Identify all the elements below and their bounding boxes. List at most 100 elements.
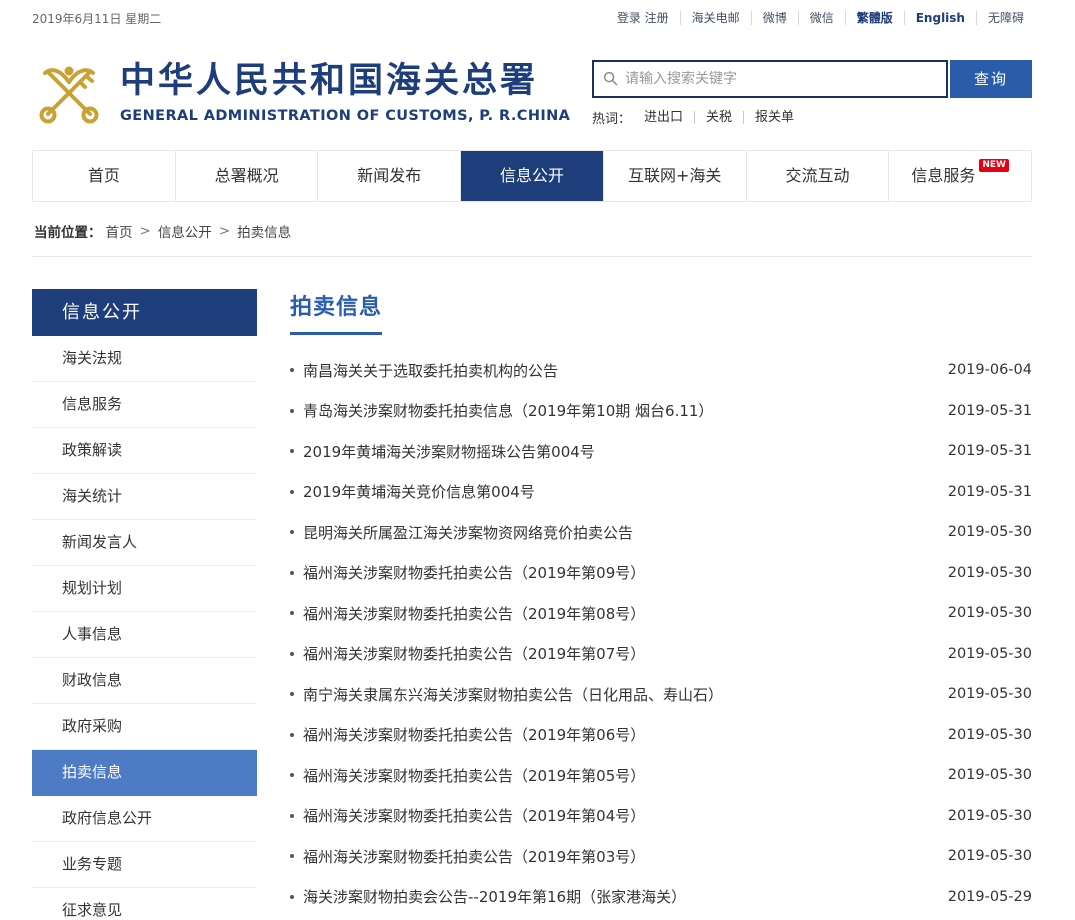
hotword-link[interactable]: 进出口 xyxy=(633,111,694,124)
breadcrumb-separator: > xyxy=(140,223,151,239)
nav-item[interactable]: 信息服务NEW xyxy=(888,151,1031,201)
list-item-title: 昆明海关所属盈江海关涉案物资网络竞价拍卖公告 xyxy=(303,522,633,543)
bullet-dot-icon xyxy=(290,692,294,696)
topbar-link[interactable]: 微信 xyxy=(798,11,845,25)
list-item-link[interactable]: 昆明海关所属盈江海关涉案物资网络竞价拍卖公告 xyxy=(290,522,633,543)
main-nav: 首页 总署概况 新闻发布 信息公开 互联网+海关 交流互动 信息服务NEW xyxy=(32,150,1032,202)
breadcrumb-link[interactable]: 拍卖信息 xyxy=(237,221,291,241)
list-item-link[interactable]: 福州海关涉案财物委托拍卖公告（2019年第07号） xyxy=(290,643,645,664)
bullet-dot-icon xyxy=(290,409,294,413)
nav-item-label: 新闻发布 xyxy=(357,166,421,185)
list-item: 青岛海关涉案财物委托拍卖信息（2019年第10期 烟台6.11） 2019-05… xyxy=(290,391,1032,432)
sidebar-item[interactable]: 拍卖信息 xyxy=(32,750,257,796)
topbar-link[interactable]: 微博 xyxy=(751,11,798,25)
list-item-link[interactable]: 南昌海关关于选取委托拍卖机构的公告 xyxy=(290,360,558,381)
topbar-link[interactable]: 无障碍 xyxy=(976,11,1035,25)
hotword-link[interactable]: 关税 xyxy=(694,111,743,124)
bullet-dot-icon xyxy=(290,895,294,899)
sidebar-item[interactable]: 规划计划 xyxy=(32,566,257,612)
list-item: 南昌海关关于选取委托拍卖机构的公告 2019-06-04 xyxy=(290,350,1032,391)
bullet-dot-icon xyxy=(290,652,294,656)
bullet-dot-icon xyxy=(290,530,294,534)
list-item-date: 2019-05-31 xyxy=(948,484,1032,500)
list-item: 2019年黄埔海关竞价信息第004号 2019-05-31 xyxy=(290,472,1032,513)
list-item: 南宁海关隶属东兴海关涉案财物拍卖公告（日化用品、寿山石） 2019-05-30 xyxy=(290,674,1032,715)
sidebar-item[interactable]: 征求意见 xyxy=(32,888,257,920)
sidebar-item[interactable]: 政策解读 xyxy=(32,428,257,474)
list-item-date: 2019-05-30 xyxy=(948,727,1032,743)
list-item-title: 福州海关涉案财物委托拍卖公告（2019年第09号） xyxy=(303,562,645,583)
nav-item[interactable]: 交流互动 xyxy=(746,151,889,201)
list-item-date: 2019-05-29 xyxy=(948,889,1032,905)
breadcrumb-path: 首页 > 信息公开 > 拍卖信息 xyxy=(106,221,292,241)
customs-emblem-icon xyxy=(32,60,106,126)
sidebar-item[interactable]: 人事信息 xyxy=(32,612,257,658)
sidebar-item[interactable]: 政府采购 xyxy=(32,704,257,750)
hotwords-row: 热词： 进出口关税报关单 xyxy=(592,108,1032,127)
search-button[interactable]: 查询 xyxy=(950,60,1032,98)
bullet-dot-icon xyxy=(290,814,294,818)
breadcrumb-link[interactable]: 信息公开 xyxy=(158,221,212,241)
list-item-title: 2019年黄埔海关涉案财物摇珠公告第004号 xyxy=(303,441,595,462)
search-area: 查询 热词： 进出口关税报关单 xyxy=(592,60,1032,127)
list-item: 福州海关涉案财物委托拍卖公告（2019年第08号） 2019-05-30 xyxy=(290,593,1032,634)
site-brand[interactable]: 中华人民共和国海关总署 GENERAL ADMINISTRATION OF CU… xyxy=(32,60,570,126)
list-item-title: 福州海关涉案财物委托拍卖公告（2019年第06号） xyxy=(303,724,645,745)
sidebar-title: 信息公开 xyxy=(32,289,257,336)
list-item: 福州海关涉案财物委托拍卖公告（2019年第07号） 2019-05-30 xyxy=(290,634,1032,675)
topbar-link[interactable]: English xyxy=(904,11,976,25)
nav-item[interactable]: 总署概况 xyxy=(175,151,318,201)
list-item-date: 2019-05-30 xyxy=(948,686,1032,702)
list-item: 福州海关涉案财物委托拍卖公告（2019年第06号） 2019-05-30 xyxy=(290,715,1032,756)
topbar-link[interactable]: 海关电邮 xyxy=(680,11,751,25)
bullet-dot-icon xyxy=(290,733,294,737)
hotword-link[interactable]: 报关单 xyxy=(743,111,805,124)
sidebar-item[interactable]: 新闻发言人 xyxy=(32,520,257,566)
sidebar-item[interactable]: 政府信息公开 xyxy=(32,796,257,842)
list-item-link[interactable]: 福州海关涉案财物委托拍卖公告（2019年第05号） xyxy=(290,765,645,786)
list-item: 福州海关涉案财物委托拍卖公告（2019年第04号） 2019-05-30 xyxy=(290,796,1032,837)
sidebar-item[interactable]: 海关统计 xyxy=(32,474,257,520)
topbar-link[interactable]: 繁體版 xyxy=(845,11,904,25)
nav-item[interactable]: 信息公开 xyxy=(460,151,603,201)
sidebar-item[interactable]: 海关法规 xyxy=(32,336,257,382)
list-item-link[interactable]: 福州海关涉案财物委托拍卖公告（2019年第04号） xyxy=(290,805,645,826)
nav-item-label: 首页 xyxy=(88,166,120,185)
list-item-link[interactable]: 南宁海关隶属东兴海关涉案财物拍卖公告（日化用品、寿山石） xyxy=(290,684,723,705)
sidebar-item[interactable]: 信息服务 xyxy=(32,382,257,428)
sidebar-item[interactable]: 财政信息 xyxy=(32,658,257,704)
breadcrumb-link[interactable]: 首页 xyxy=(106,221,133,241)
list-item-date: 2019-05-30 xyxy=(948,848,1032,864)
list-item-date: 2019-05-30 xyxy=(948,808,1032,824)
bullet-dot-icon xyxy=(290,773,294,777)
bullet-dot-icon xyxy=(290,854,294,858)
list-item-link[interactable]: 2019年黄埔海关竞价信息第004号 xyxy=(290,481,535,502)
list-item-link[interactable]: 青岛海关涉案财物委托拍卖信息（2019年第10期 烟台6.11） xyxy=(290,400,713,421)
nav-item-label: 互联网+海关 xyxy=(628,166,721,185)
sidebar-item[interactable]: 业务专题 xyxy=(32,842,257,888)
list-item-link[interactable]: 福州海关涉案财物委托拍卖公告（2019年第06号） xyxy=(290,724,645,745)
breadcrumb-separator: > xyxy=(219,223,230,239)
search-input[interactable] xyxy=(625,71,937,87)
list-item-link[interactable]: 福州海关涉案财物委托拍卖公告（2019年第03号） xyxy=(290,846,645,867)
list-item: 福州海关涉案财物委托拍卖公告（2019年第09号） 2019-05-30 xyxy=(290,553,1032,594)
list-item-link[interactable]: 福州海关涉案财物委托拍卖公告（2019年第08号） xyxy=(290,603,645,624)
topbar-link[interactable]: 登录 注册 xyxy=(606,11,680,25)
breadcrumb: 当前位置： 首页 > 信息公开 > 拍卖信息 xyxy=(32,202,1032,257)
top-utility-bar: 2019年6月11日 星期二 登录 注册海关电邮微博微信繁體版English无障… xyxy=(0,0,1075,36)
nav-item[interactable]: 首页 xyxy=(33,151,175,201)
brand-text: 中华人民共和国海关总署 GENERAL ADMINISTRATION OF CU… xyxy=(120,62,570,124)
main-panel: 拍卖信息 南昌海关关于选取委托拍卖机构的公告 2019-06-04 青岛海关涉案… xyxy=(290,289,1032,917)
bullet-dot-icon xyxy=(290,490,294,494)
list-item-link[interactable]: 福州海关涉案财物委托拍卖公告（2019年第09号） xyxy=(290,562,645,583)
nav-item[interactable]: 互联网+海关 xyxy=(603,151,746,201)
page-title: 拍卖信息 xyxy=(290,289,382,335)
list-item: 福州海关涉案财物委托拍卖公告（2019年第05号） 2019-05-30 xyxy=(290,755,1032,796)
nav-item[interactable]: 新闻发布 xyxy=(317,151,460,201)
list-item-title: 福州海关涉案财物委托拍卖公告（2019年第04号） xyxy=(303,805,645,826)
list-item-date: 2019-05-30 xyxy=(948,524,1032,540)
content-area: 信息公开 海关法规信息服务政策解读海关统计新闻发言人规划计划人事信息财政信息政府… xyxy=(32,289,1032,920)
list-item-link[interactable]: 海关涉案财物拍卖会公告--2019年第16期（张家港海关） xyxy=(290,886,686,907)
list-item-link[interactable]: 2019年黄埔海关涉案财物摇珠公告第004号 xyxy=(290,441,595,462)
breadcrumb-label: 当前位置： xyxy=(34,221,102,241)
